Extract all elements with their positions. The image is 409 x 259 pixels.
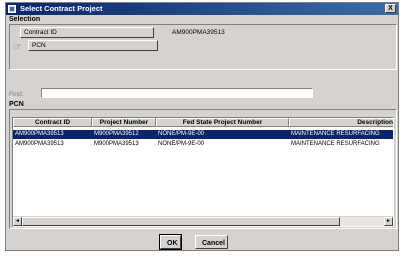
cell-contract-id: AM900PMA39513	[15, 141, 64, 147]
select-contract-project-dialog: Select Contract Project X Selection Cont…	[5, 2, 399, 251]
pcn-label: PCN	[32, 42, 46, 49]
cell-description: MAINTENANCE RESURFACING	[291, 131, 380, 137]
window-icon	[8, 5, 16, 13]
column-header-contract-id[interactable]: Contract ID	[13, 118, 92, 127]
close-button[interactable]: X	[385, 4, 396, 13]
horizontal-scrollbar[interactable]: ◄ ►	[13, 216, 393, 226]
scroll-left-icon[interactable]: ◄	[13, 217, 22, 226]
cancel-button[interactable]: Cancel	[195, 235, 228, 249]
table-row[interactable]: AM900PMA39513 M900PMA39513 NONE/PM-9E-00…	[13, 140, 393, 149]
cell-project-number: M900PMA39513	[94, 141, 139, 147]
contract-id-selector[interactable]: Contract ID	[20, 27, 154, 38]
cell-contract-id: AM900PMA39513	[15, 131, 64, 137]
cell-fed-state-project-number: NONE/PM-9E-00	[158, 131, 205, 137]
column-header-fed-state-project-number[interactable]: Fed State Project Number	[156, 118, 289, 127]
cell-description: MAINTENANCE RESURFACING	[291, 141, 380, 147]
cell-fed-state-project-number: NONE/PM-9E-00	[158, 141, 205, 147]
window-title: Select Contract Project	[20, 4, 103, 13]
column-header-description[interactable]: Description	[289, 118, 393, 127]
find-label: Find:	[9, 91, 24, 98]
contract-id-label: Contract ID	[24, 29, 57, 36]
cell-project-number: M900PMA39512	[94, 131, 139, 137]
ok-button[interactable]: OK	[159, 234, 182, 250]
scroll-right-icon[interactable]: ►	[384, 217, 393, 226]
pcn-heading: PCN	[9, 101, 24, 108]
contract-id-value: AM900PMA39513	[172, 29, 225, 36]
pcn-selector[interactable]: PCN	[28, 40, 158, 51]
find-input[interactable]	[41, 88, 313, 98]
selection-heading: Selection	[9, 16, 41, 23]
title-bar: Select Contract Project X	[6, 3, 398, 15]
pcn-table: Contract ID Project Number Fed State Pro…	[12, 117, 394, 227]
column-header-project-number[interactable]: Project Number	[92, 118, 156, 127]
scroll-thumb[interactable]	[22, 217, 340, 226]
hand-pointer-icon: ☞	[13, 42, 22, 53]
table-row[interactable]: AM900PMA39513 M900PMA39512 NONE/PM-9E-00…	[13, 130, 393, 139]
